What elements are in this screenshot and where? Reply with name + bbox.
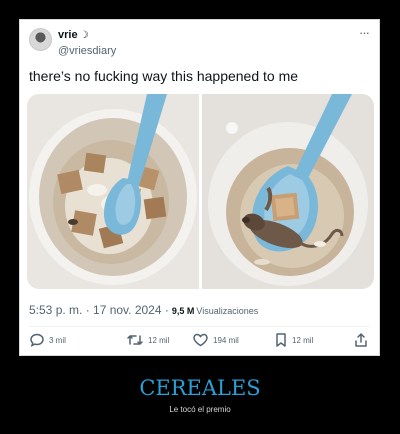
views-count: 9,5 M (171, 306, 195, 316)
caption-subtitle: Le tocó el premio (169, 405, 231, 414)
caption-title: CEREALES (139, 376, 261, 400)
author-name[interactable]: vrie ☽ (58, 29, 89, 41)
share-icon (355, 333, 367, 347)
tweet-timestamp: 5:53 p. m. · 17 nov. 2024 · 9,5 M Visualiz… (29, 303, 258, 317)
author-name-text[interactable]: vrie (58, 29, 78, 41)
bookmark-icon (276, 333, 286, 347)
reply-button[interactable]: 3 mil (29, 332, 66, 348)
heart-icon (193, 333, 208, 347)
avatar[interactable] (29, 28, 52, 51)
retweet-icon (127, 335, 143, 345)
timestamp-text[interactable]: 5:53 p. m. · 17 nov. 2024 · (29, 303, 169, 317)
like-button[interactable]: 194 mil (192, 332, 239, 348)
bookmark-count: 12 mil (292, 335, 314, 345)
bookmark-button[interactable]: 12 mil (274, 332, 313, 348)
share-button[interactable] (354, 332, 368, 348)
views-label: Visualizaciones (196, 306, 259, 316)
like-count: 194 mil (213, 335, 239, 345)
author-handle[interactable]: @vriesdiary (58, 45, 116, 57)
tweet-card: vrie ☽ @vriesdiary ··· there’s no fucking… (19, 19, 380, 356)
divider (29, 326, 370, 327)
tweet-actions: 3 mil 12 mil 194 mil 12 mil (20, 332, 379, 352)
more-options-icon[interactable]: ··· (359, 25, 370, 40)
cereal-bowl-photo-right[interactable] (202, 94, 374, 289)
moon-icon: ☽ (79, 30, 89, 41)
reply-icon (30, 333, 44, 347)
retweet-button[interactable]: 12 mil (126, 332, 169, 348)
reply-count: 3 mil (49, 335, 66, 345)
retweet-count: 12 mil (148, 335, 170, 345)
tweet-text: there’s no fucking way this happened to … (29, 68, 299, 84)
cereal-bowl-photo-left[interactable] (27, 94, 199, 289)
